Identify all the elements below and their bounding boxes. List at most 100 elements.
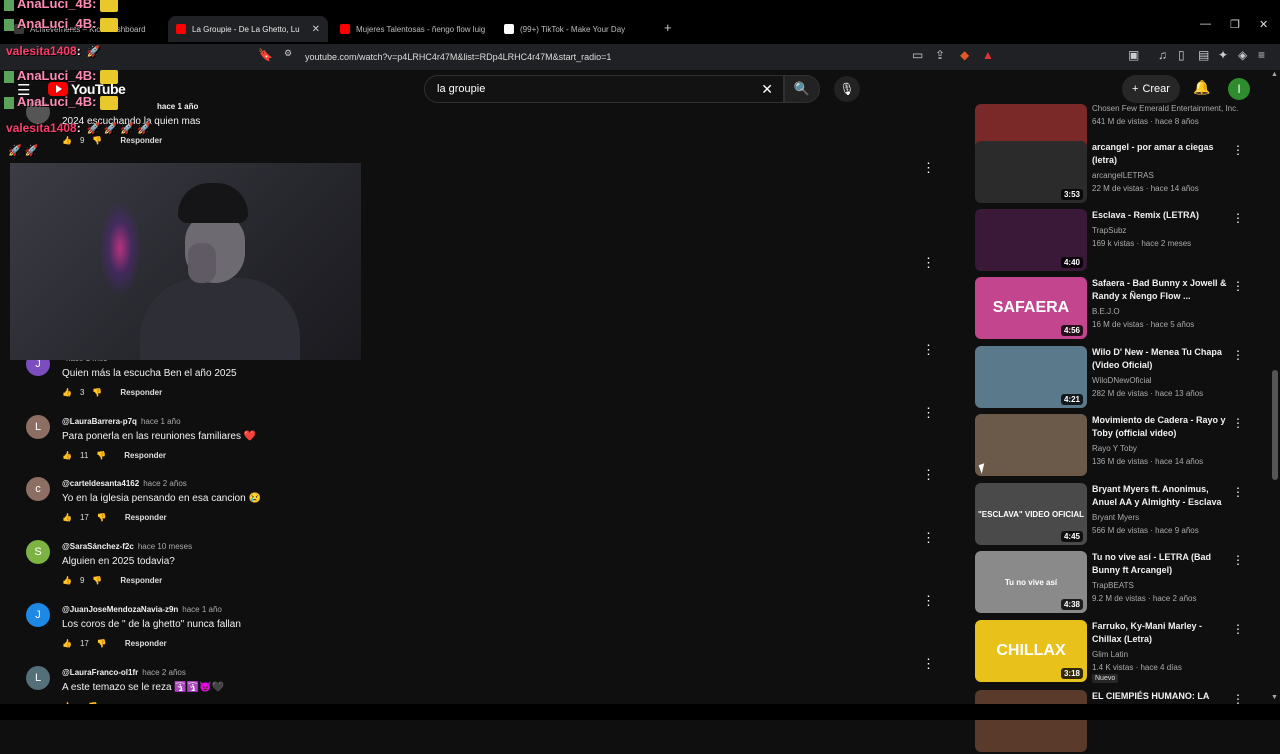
search-input[interactable] (435, 82, 739, 96)
like-icon[interactable]: 👍 (62, 639, 72, 648)
comment-more-icon[interactable]: ⋮ (922, 255, 935, 271)
music-icon[interactable]: ♫ (1158, 48, 1167, 62)
video-title[interactable]: Tu no vive así - LETRA (Bad Bunny ft Arc… (1092, 551, 1227, 577)
comment-author[interactable]: @LauraBarrera-p7q hace 1 año (62, 417, 181, 426)
dislike-icon[interactable]: 👎 (92, 388, 102, 397)
vpn-icon[interactable]: ◈ (1238, 48, 1247, 62)
dislike-icon[interactable]: 👎 (97, 639, 107, 648)
create-button[interactable]: + Crear (1122, 75, 1180, 103)
related-video-item[interactable]: CHILLAX 3:18 Farruko, Ky-Mani Marley - Chi… (975, 620, 1255, 684)
video-channel[interactable]: WiloDNewOficial (1092, 376, 1152, 385)
rewards-icon[interactable]: ▲ (982, 48, 994, 62)
comment-author[interactable]: @carteldesanta4162 hace 2 años (62, 479, 187, 488)
search-button[interactable]: 🔍 (784, 75, 820, 103)
video-thumbnail[interactable] (975, 690, 1087, 752)
url-field[interactable]: youtube.com/watch?v=p4LRHC4r47M&list=RDp… (280, 48, 935, 66)
scroll-down-icon[interactable]: ▼ (1271, 694, 1278, 701)
video-more-icon[interactable]: ⋮ (1232, 416, 1244, 430)
like-icon[interactable]: 👍 (62, 388, 72, 397)
video-channel[interactable]: arcangelLETRAS (1092, 171, 1154, 180)
video-title[interactable]: Bryant Myers ft. Anonimus, Anuel AA y Al… (1092, 483, 1227, 510)
like-icon[interactable]: 👍 (62, 513, 72, 522)
comment-more-icon[interactable]: ⋮ (922, 656, 935, 672)
video-more-icon[interactable]: ⋮ (1232, 348, 1244, 362)
reply-button[interactable]: Responder (120, 576, 162, 585)
comment-author[interactable]: @LauraFranco-ol1fr hace 2 años (62, 668, 186, 677)
page-scrollbar[interactable] (1270, 70, 1280, 710)
brave-shield-icon[interactable]: ◆ (960, 48, 969, 62)
video-title[interactable]: Esclava - Remix (LETRA) (1092, 209, 1227, 222)
related-video-item[interactable]: Movimiento de Cadera - Rayo y Toby (offi… (975, 414, 1255, 478)
video-more-icon[interactable]: ⋮ (1232, 553, 1244, 567)
related-video-item[interactable]: Tu no vive así 4:38 Tu no vive así - LETRA… (975, 551, 1255, 615)
close-window-icon[interactable]: ✕ (1259, 18, 1268, 31)
comment-more-icon[interactable]: ⋮ (922, 342, 935, 358)
related-video-item[interactable]: "ESCLAVA" VIDEO OFICIAL 4:45 Bryant Myers … (975, 483, 1255, 547)
maximize-icon[interactable]: ❐ (1230, 18, 1240, 31)
commenter-avatar[interactable]: L (26, 415, 50, 439)
reply-button[interactable]: Responder (120, 388, 162, 397)
reply-button[interactable]: Responder (125, 639, 167, 648)
video-channel[interactable]: TrapBEATS (1092, 581, 1134, 590)
video-thumbnail[interactable]: 4:21 (975, 346, 1087, 408)
video-channel[interactable]: B.E.J.O (1092, 307, 1120, 316)
video-channel[interactable]: Glim Latin (1092, 650, 1128, 659)
video-thumbnail[interactable]: "ESCLAVA" VIDEO OFICIAL 4:45 (975, 483, 1087, 545)
comment-more-icon[interactable]: ⋮ (922, 593, 935, 609)
video-title[interactable]: Farruko, Ky-Mani Marley - Chillax (Letra… (1092, 620, 1227, 646)
video-title[interactable]: EL CIEMPIÉS HUMANO: LA (1092, 690, 1227, 703)
reply-button[interactable]: Responder (120, 136, 162, 145)
dislike-icon[interactable]: 👎 (92, 576, 102, 585)
comment-more-icon[interactable]: ⋮ (922, 405, 935, 421)
video-more-icon[interactable]: ⋮ (1232, 143, 1244, 157)
reply-button[interactable]: Responder (124, 451, 166, 460)
video-channel[interactable]: TrapSubz (1092, 226, 1126, 235)
ai-icon[interactable]: ✦ (1218, 48, 1228, 62)
video-thumbnail[interactable] (975, 414, 1087, 476)
related-video-item[interactable]: EL CIEMPIÉS HUMANO: LA ⋮ (975, 690, 1255, 754)
scrollbar-thumb[interactable] (1272, 370, 1278, 480)
tab-tiktok[interactable]: (99+) TikTok - Make Your Day (496, 16, 656, 42)
wallet-icon[interactable]: ▤ (1198, 48, 1209, 62)
video-thumbnail[interactable]: SAFAERA 4:56 (975, 277, 1087, 339)
video-thumbnail[interactable]: CHILLAX 3:18 (975, 620, 1087, 682)
dislike-icon[interactable]: 👎 (96, 451, 106, 460)
user-avatar[interactable]: I (1228, 78, 1250, 100)
related-video-item[interactable]: 3:53 arcangel - por amar a ciegas (letra)… (975, 141, 1255, 205)
like-icon[interactable]: 👍 (62, 451, 72, 460)
commenter-avatar[interactable]: L (26, 666, 50, 690)
related-video-item[interactable]: 4:40 Esclava - Remix (LETRA) TrapSubz 169 k… (975, 209, 1255, 273)
new-tab-button[interactable]: + (664, 20, 672, 35)
video-title[interactable]: Safaera - Bad Bunny x Jowell & Randy x Ñ… (1092, 277, 1227, 303)
video-more-icon[interactable]: ⋮ (1232, 279, 1244, 293)
cast-icon[interactable]: ▭ (912, 48, 923, 62)
share-icon[interactable]: ⇪ (935, 48, 945, 62)
video-more-icon[interactable]: ⋮ (1232, 485, 1244, 499)
scroll-up-icon[interactable]: ▲ (1271, 71, 1278, 78)
commenter-avatar[interactable]: J (26, 603, 50, 627)
reply-button[interactable]: Responder (125, 513, 167, 522)
video-thumbnail[interactable]: 4:40 (975, 209, 1087, 271)
clear-search-icon[interactable]: ✕ (761, 81, 773, 98)
tab-youtube-active[interactable]: La Groupie - De La Ghetto, Lu ✕ (168, 16, 328, 42)
video-thumbnail[interactable]: 3:53 (975, 141, 1087, 203)
commenter-avatar[interactable]: c (26, 477, 50, 501)
dislike-icon[interactable]: 👎 (97, 513, 107, 522)
related-video-item[interactable]: 4:21 Wilo D' New - Menea Tu Chapa (Video … (975, 346, 1255, 410)
commenter-avatar[interactable]: S (26, 540, 50, 564)
extension-icon[interactable]: ▣ (1128, 48, 1139, 62)
video-title[interactable]: arcangel - por amar a ciegas (letra) (1092, 141, 1227, 167)
close-tab-icon[interactable]: ✕ (312, 24, 320, 35)
like-icon[interactable]: 👍 (62, 576, 72, 585)
video-title[interactable]: Movimiento de Cadera - Rayo y Toby (offi… (1092, 414, 1227, 440)
bookmark-icon[interactable]: 🔖 (258, 48, 273, 62)
voice-search-button[interactable]: 🎙 (834, 76, 860, 102)
comment-more-icon[interactable]: ⋮ (922, 467, 935, 483)
menu-icon[interactable]: ≡ (1258, 48, 1265, 62)
sidebar-icon[interactable]: ▯ (1178, 48, 1185, 62)
video-channel[interactable]: Bryant Myers (1092, 513, 1139, 522)
like-icon[interactable]: 👍 (62, 136, 72, 145)
notifications-bell-icon[interactable]: 🔔 (1193, 79, 1210, 96)
video-thumbnail[interactable]: Tu no vive así 4:38 (975, 551, 1087, 613)
site-info-icon[interactable]: ⚙ (284, 48, 292, 59)
